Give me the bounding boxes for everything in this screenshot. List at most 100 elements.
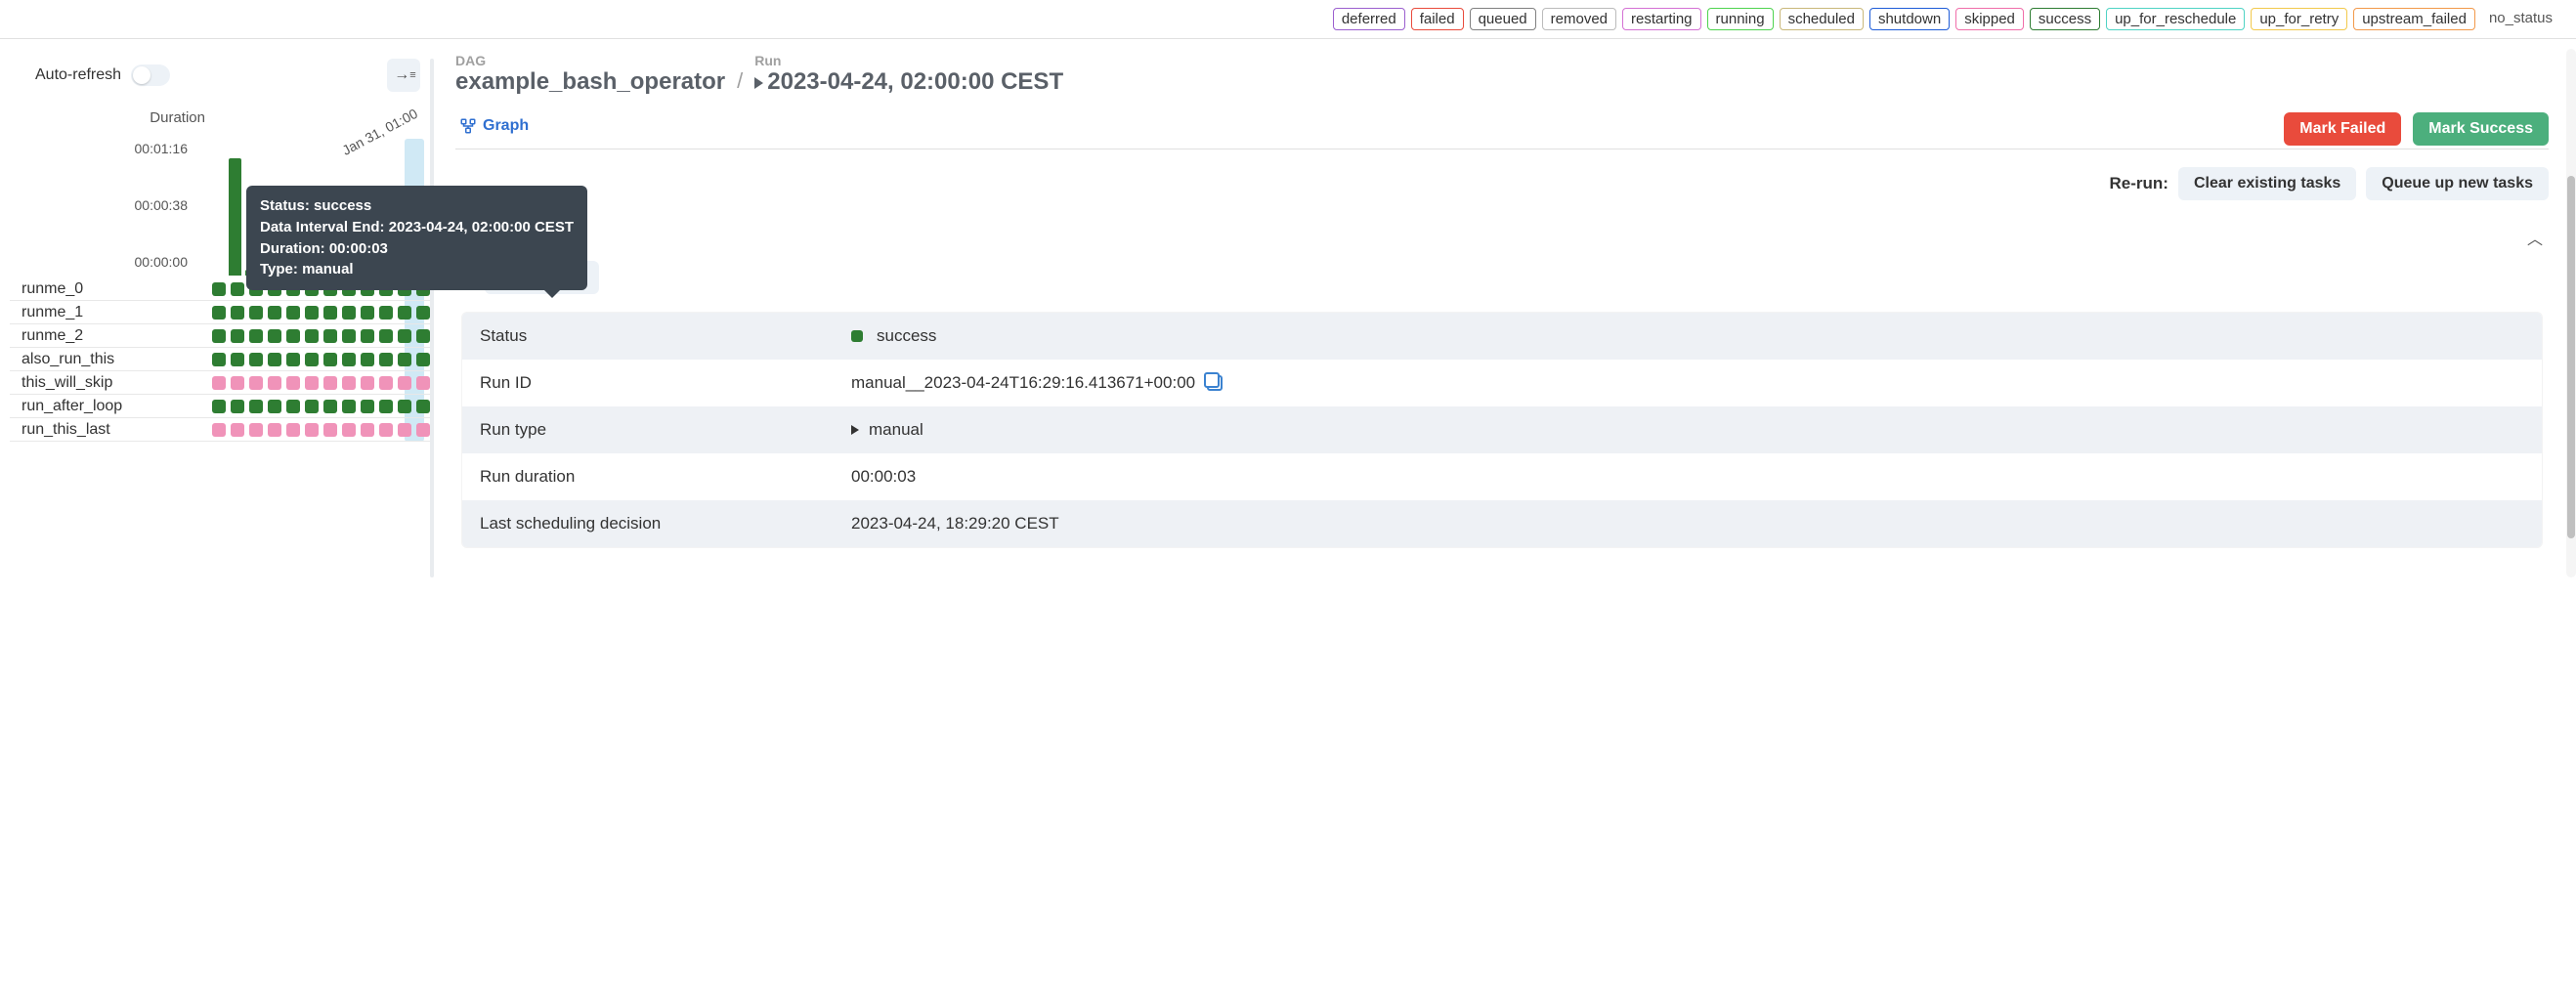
task-row[interactable]: runme_1: [10, 301, 430, 324]
task-instance-cell[interactable]: [342, 329, 356, 343]
task-instance-cell[interactable]: [361, 329, 374, 343]
task-instance-cell[interactable]: [249, 329, 263, 343]
task-instance-cell[interactable]: [379, 423, 393, 437]
task-instance-cell[interactable]: [323, 423, 337, 437]
legend-shutdown[interactable]: shutdown: [1869, 8, 1950, 30]
legend-restarting[interactable]: restarting: [1622, 8, 1701, 30]
task-instance-cell[interactable]: [212, 423, 226, 437]
task-row[interactable]: runme_2: [10, 324, 430, 348]
task-instance-cell[interactable]: [342, 376, 356, 390]
legend-failed[interactable]: failed: [1411, 8, 1464, 30]
task-instance-cell[interactable]: [231, 353, 244, 366]
task-instance-cell[interactable]: [305, 423, 319, 437]
legend-no-status[interactable]: no_status: [2481, 8, 2560, 30]
task-instance-cell[interactable]: [212, 376, 226, 390]
notes-collapse-chevron-icon[interactable]: ︿: [2527, 226, 2543, 249]
legend-up_for_reschedule[interactable]: up_for_reschedule: [2106, 8, 2245, 30]
legend-success[interactable]: success: [2030, 8, 2100, 30]
task-instance-cell[interactable]: [416, 400, 430, 413]
task-instance-cell[interactable]: [323, 376, 337, 390]
task-instance-cell[interactable]: [379, 376, 393, 390]
task-instance-cell[interactable]: [398, 423, 411, 437]
task-instance-cell[interactable]: [231, 329, 244, 343]
task-instance-cell[interactable]: [268, 353, 281, 366]
task-instance-cell[interactable]: [249, 423, 263, 437]
task-instance-cell[interactable]: [398, 329, 411, 343]
vertical-scrollbar[interactable]: [2566, 49, 2576, 577]
graph-tab[interactable]: Graph: [455, 109, 533, 149]
task-instance-cell[interactable]: [323, 306, 337, 320]
task-instance-cell[interactable]: [212, 306, 226, 320]
task-instance-cell[interactable]: [231, 423, 244, 437]
task-instance-cell[interactable]: [286, 423, 300, 437]
legend-up_for_retry[interactable]: up_for_retry: [2251, 8, 2347, 30]
task-instance-cell[interactable]: [416, 423, 430, 437]
task-instance-cell[interactable]: [379, 329, 393, 343]
legend-running[interactable]: running: [1707, 8, 1774, 30]
task-instance-cell[interactable]: [286, 329, 300, 343]
task-instance-cell[interactable]: [342, 353, 356, 366]
task-instance-cell[interactable]: [361, 353, 374, 366]
task-row[interactable]: run_after_loop: [10, 395, 430, 418]
task-instance-cell[interactable]: [305, 329, 319, 343]
legend-queued[interactable]: queued: [1470, 8, 1536, 30]
task-instance-cell[interactable]: [398, 353, 411, 366]
legend-deferred[interactable]: deferred: [1333, 8, 1405, 30]
task-instance-cell[interactable]: [323, 353, 337, 366]
task-instance-cell[interactable]: [416, 353, 430, 366]
task-instance-cell[interactable]: [379, 400, 393, 413]
task-instance-cell[interactable]: [398, 400, 411, 413]
task-row[interactable]: also_run_this: [10, 348, 430, 371]
task-instance-cell[interactable]: [416, 329, 430, 343]
task-instance-cell[interactable]: [416, 306, 430, 320]
task-instance-cell[interactable]: [342, 306, 356, 320]
task-instance-cell[interactable]: [231, 282, 244, 296]
legend-scheduled[interactable]: scheduled: [1780, 8, 1864, 30]
task-instance-cell[interactable]: [268, 329, 281, 343]
task-instance-cell[interactable]: [361, 423, 374, 437]
task-instance-cell[interactable]: [249, 400, 263, 413]
task-instance-cell[interactable]: [231, 306, 244, 320]
task-instance-cell[interactable]: [286, 376, 300, 390]
task-instance-cell[interactable]: [212, 282, 226, 296]
task-instance-cell[interactable]: [231, 400, 244, 413]
task-instance-cell[interactable]: [249, 353, 263, 366]
task-instance-cell[interactable]: [379, 353, 393, 366]
task-instance-cell[interactable]: [212, 400, 226, 413]
task-instance-cell[interactable]: [305, 353, 319, 366]
task-instance-cell[interactable]: [268, 376, 281, 390]
legend-skipped[interactable]: skipped: [1955, 8, 2024, 30]
task-instance-cell[interactable]: [398, 306, 411, 320]
task-row[interactable]: this_will_skip: [10, 371, 430, 395]
task-instance-cell[interactable]: [249, 306, 263, 320]
task-instance-cell[interactable]: [379, 306, 393, 320]
task-instance-cell[interactable]: [323, 329, 337, 343]
copy-icon[interactable]: [1207, 375, 1223, 391]
task-instance-cell[interactable]: [286, 353, 300, 366]
collapse-panel-button[interactable]: →≡: [387, 59, 420, 92]
clear-tasks-button[interactable]: Clear existing tasks: [2178, 167, 2356, 200]
mark-success-button[interactable]: Mark Success: [2413, 112, 2549, 146]
task-instance-cell[interactable]: [342, 400, 356, 413]
task-row[interactable]: run_this_last: [10, 418, 430, 442]
task-instance-cell[interactable]: [212, 329, 226, 343]
task-instance-cell[interactable]: [249, 376, 263, 390]
breadcrumb-run-value[interactable]: 2023-04-24, 02:00:00 CEST: [754, 68, 1063, 96]
breadcrumb-dag-name[interactable]: example_bash_operator: [455, 68, 725, 96]
task-instance-cell[interactable]: [268, 400, 281, 413]
task-instance-cell[interactable]: [286, 306, 300, 320]
task-instance-cell[interactable]: [268, 423, 281, 437]
task-instance-cell[interactable]: [361, 400, 374, 413]
task-instance-cell[interactable]: [361, 306, 374, 320]
task-instance-cell[interactable]: [212, 353, 226, 366]
task-instance-cell[interactable]: [416, 376, 430, 390]
task-instance-cell[interactable]: [305, 400, 319, 413]
task-instance-cell[interactable]: [286, 400, 300, 413]
task-instance-cell[interactable]: [398, 376, 411, 390]
task-instance-cell[interactable]: [268, 306, 281, 320]
task-instance-cell[interactable]: [342, 423, 356, 437]
task-instance-cell[interactable]: [305, 376, 319, 390]
task-instance-cell[interactable]: [323, 400, 337, 413]
duration-bar[interactable]: [229, 158, 241, 276]
task-instance-cell[interactable]: [231, 376, 244, 390]
